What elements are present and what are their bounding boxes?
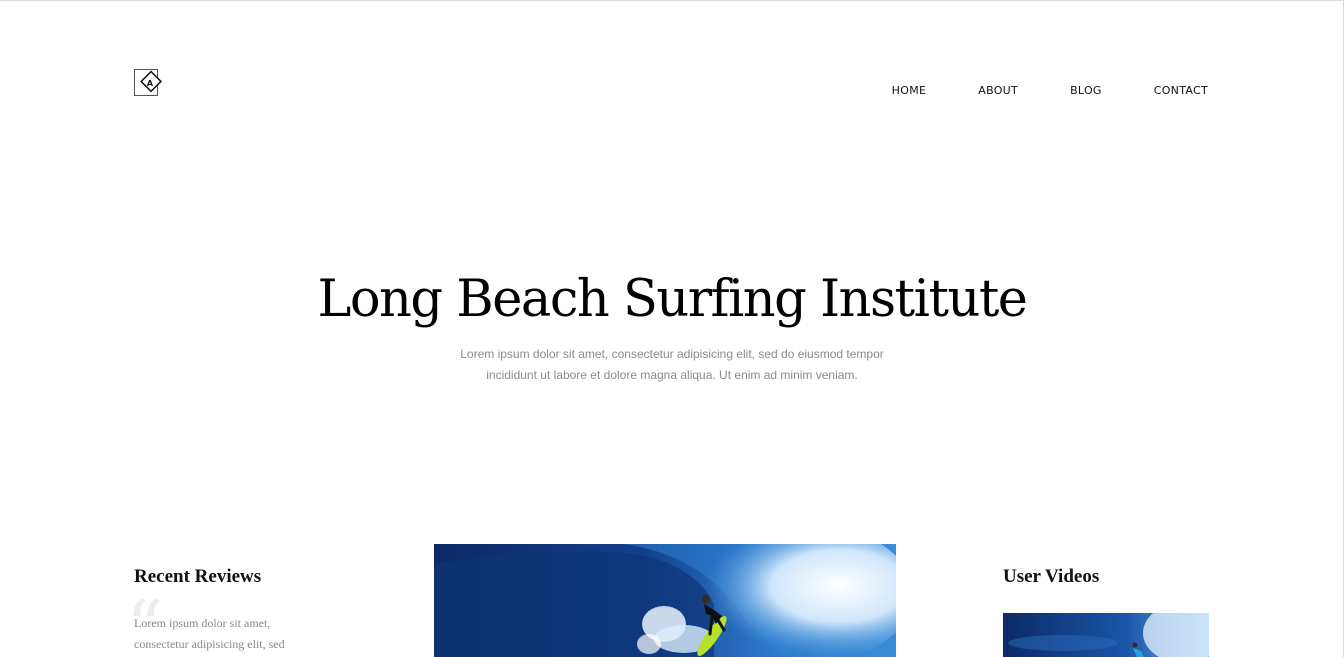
videos-heading: User Videos <box>1003 566 1100 587</box>
surfer-video-thumbnail-image <box>1003 613 1209 657</box>
surfer-feature-image <box>434 544 896 657</box>
nav-blog[interactable]: BLOG <box>1070 84 1102 97</box>
logo-icon: A <box>134 69 163 96</box>
nav-about[interactable]: ABOUT <box>978 84 1018 97</box>
page: A HOME ABOUT BLOG CONTACT Long Beach Sur… <box>0 0 1344 657</box>
nav-contact[interactable]: CONTACT <box>1154 84 1208 97</box>
hero-title: Long Beach Surfing Institute <box>317 270 1028 329</box>
review-text: Lorem ipsum dolor sit amet, consectetur … <box>134 616 285 651</box>
logo-letter: A <box>147 79 154 88</box>
nav-home[interactable]: HOME <box>892 84 927 97</box>
hero-subtitle: Lorem ipsum dolor sit amet, consectetur … <box>460 347 884 382</box>
logo[interactable]: A <box>134 69 164 96</box>
video-thumbnail[interactable] <box>1003 613 1209 657</box>
surfer-wave-image <box>434 544 896 657</box>
main-nav: HOME ABOUT BLOG CONTACT <box>892 84 1208 97</box>
